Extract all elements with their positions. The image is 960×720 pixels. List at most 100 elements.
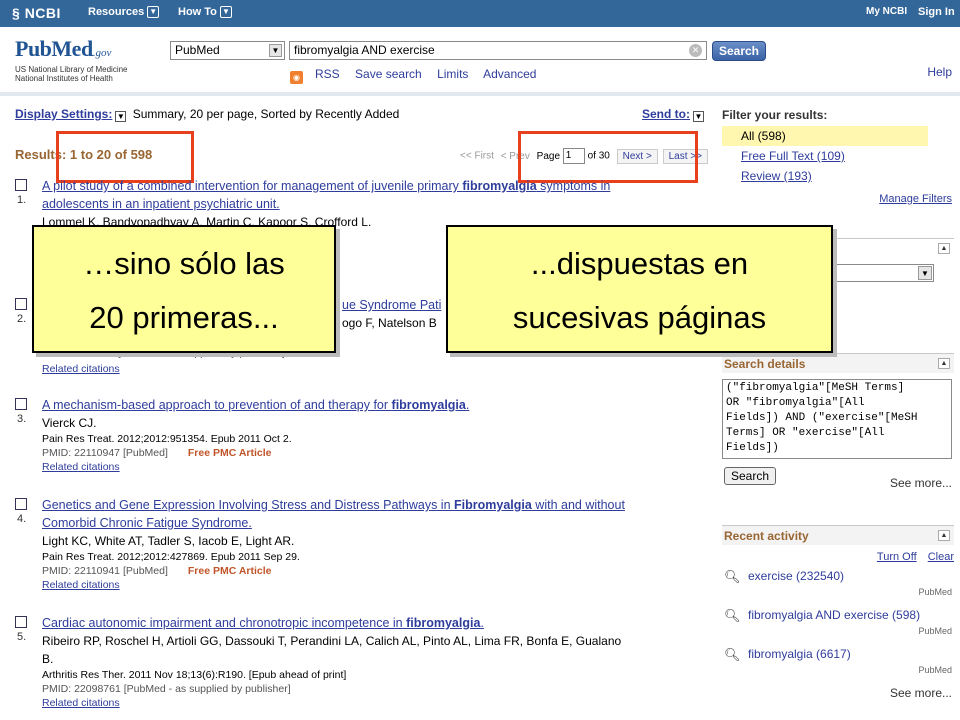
collapse-icon[interactable]: ▲: [938, 243, 950, 254]
result-checkbox[interactable]: [15, 179, 27, 191]
first-page-link: << First: [460, 150, 494, 162]
clear-icon[interactable]: ✕: [689, 44, 702, 57]
recent-activity-item[interactable]: 🔍︎ fibromyalgia AND exercise (598) PubMe…: [722, 602, 954, 641]
collapse-icon[interactable]: ▲: [938, 530, 950, 541]
callout-right-line1: ...dispuestas en: [530, 246, 749, 281]
related-citations-link[interactable]: Related citations: [42, 362, 120, 376]
display-settings-bar: Display Settings: ▼ Summary, 20 per page,…: [15, 107, 399, 122]
chevron-down-icon: ▼: [147, 6, 160, 18]
callout-right-line2: sucesivas páginas: [512, 300, 767, 335]
rss-link[interactable]: ◉ RSS: [290, 67, 340, 84]
recent-activity-db: PubMed: [918, 587, 952, 597]
send-to-menu[interactable]: Send to: ▼: [642, 107, 707, 122]
nlm-line2: National Institutes of Health: [15, 74, 113, 83]
recent-activity-label: fibromyalgia AND exercise (598): [748, 608, 921, 622]
result-title-link[interactable]: A pilot study of a combined intervention…: [42, 177, 715, 213]
title-part: A pilot study of a combined intervention…: [42, 179, 463, 193]
free-pmc-article-link[interactable]: Free PMC Article: [188, 565, 272, 577]
send-to-label: Send to:: [642, 107, 690, 121]
result-number: 5.: [17, 631, 27, 643]
turn-off-link[interactable]: Turn Off: [877, 551, 917, 563]
chevron-down-icon: ▼: [918, 266, 932, 280]
recent-activity-db: PubMed: [918, 626, 952, 636]
search-icon: 🔍︎: [724, 647, 741, 662]
search-input[interactable]: fibromyalgia AND exercise ✕: [289, 41, 707, 60]
my-ncbi-link[interactable]: My NCBI: [866, 6, 907, 17]
manage-filters-link[interactable]: Manage Filters: [879, 193, 952, 205]
limits-link[interactable]: Limits: [437, 67, 468, 81]
result-title-link[interactable]: Genetics and Gene Expression Involving S…: [42, 496, 715, 532]
sign-in-link[interactable]: Sign In: [918, 6, 955, 18]
highlight-box-results: [56, 131, 194, 183]
related-citations-link[interactable]: Related citations: [42, 460, 715, 474]
result-authors: Light KC, White AT, Tadler S, Iacob E, L…: [42, 534, 295, 548]
resources-menu[interactable]: Resources ▼: [88, 6, 160, 18]
search-details-textarea[interactable]: ("fibromyalgia"[MeSH Terms] OR "fibromya…: [722, 379, 952, 459]
search-details-title: Search details: [724, 357, 806, 371]
save-search-link[interactable]: Save search: [355, 67, 422, 81]
filter-item-all[interactable]: All (598): [722, 126, 928, 146]
result-pmid-row: PMID: 22110941 [PubMed] Free PMC Article: [42, 564, 715, 578]
title-part: .: [480, 616, 484, 630]
result-checkbox[interactable]: [15, 298, 27, 310]
recent-activity-label: exercise (232540): [748, 569, 845, 583]
result-checkbox[interactable]: [15, 398, 27, 410]
related-citations-link[interactable]: Related citations: [42, 578, 715, 592]
recent-activity-tools: Turn Off Clear: [722, 551, 954, 563]
advanced-link[interactable]: Advanced: [483, 67, 536, 81]
result-item: 1. A pilot study of a combined intervent…: [15, 177, 715, 231]
result-title-link[interactable]: A mechanism-based approach to prevention…: [42, 396, 715, 414]
recent-activity-item[interactable]: 🔍︎ fibromyalgia (6617) PubMed: [722, 641, 954, 680]
display-settings-value: Summary, 20 per page, Sorted by Recently…: [132, 107, 400, 121]
database-select[interactable]: PubMed ▼: [170, 41, 285, 60]
search-icon: 🔍︎: [724, 569, 741, 584]
rss-icon: ◉: [290, 71, 303, 84]
highlight-box-pager: [518, 131, 698, 183]
title-highlight: fibromyalgia: [391, 398, 466, 412]
display-settings-link[interactable]: Display Settings:: [15, 107, 112, 121]
title-part: adolescents in an inpatient psychiatric …: [42, 197, 280, 211]
help-link[interactable]: Help: [927, 65, 952, 79]
title-highlight: Fibromyalgia: [454, 498, 532, 512]
rss-label: RSS: [315, 67, 340, 81]
search-details-panel: Search details ▲ ("fibromyalgia"[MeSH Ter…: [722, 353, 954, 490]
clear-link[interactable]: Clear: [928, 551, 954, 563]
filter-item-free-full-text[interactable]: Free Full Text (109): [722, 146, 954, 166]
result-title-link[interactable]: ue Syndrome Pati: [342, 296, 441, 314]
pubmed-logo[interactable]: PubMed.gov US National Library of Medici…: [15, 36, 155, 83]
search-details-button[interactable]: Search: [724, 467, 777, 485]
search-button[interactable]: Search: [712, 41, 766, 61]
search-sublinks: ◉ RSS Save search Limits Advanced: [290, 67, 536, 84]
search-icon: 🔍︎: [724, 608, 741, 623]
result-checkbox[interactable]: [15, 616, 27, 628]
chevron-down-icon[interactable]: ▼: [115, 111, 127, 122]
nlm-line1: US National Library of Medicine: [15, 65, 128, 74]
chevron-down-icon: ▼: [693, 111, 704, 122]
related-citations-link[interactable]: Related citations: [42, 696, 715, 710]
result-item: 3. A mechanism-based approach to prevent…: [15, 396, 715, 474]
chevron-down-icon: ▼: [269, 44, 282, 57]
ncbi-logo[interactable]: § NCBI: [12, 5, 61, 21]
title-highlight: fibromyalgia: [406, 616, 481, 630]
search-query-text: fibromyalgia AND exercise: [294, 43, 435, 57]
panel-select[interactable]: ▼: [822, 264, 934, 282]
see-more-link[interactable]: See more...: [890, 476, 952, 490]
free-pmc-article-link[interactable]: Free PMC Article: [188, 447, 272, 459]
result-item: 5. Cardiac autonomic impairment and chro…: [15, 614, 715, 710]
result-journal: Pain Res Treat. 2012;2012:427869. Epub 2…: [42, 551, 300, 563]
recent-activity-item[interactable]: 🔍︎ exercise (232540) PubMed: [722, 563, 954, 602]
title-part: with and without: [531, 498, 625, 512]
see-more-link[interactable]: See more...: [890, 686, 952, 700]
title-part: A mechanism-based approach to prevention…: [42, 398, 392, 412]
recent-activity-label: fibromyalgia (6617): [748, 647, 851, 661]
recent-activity-header: Recent activity ▲: [722, 525, 954, 545]
result-title-link[interactable]: Cardiac autonomic impairment and chronot…: [42, 614, 715, 632]
collapse-icon[interactable]: ▲: [938, 358, 950, 369]
filter-list: All (598) Free Full Text (109) Review (1…: [722, 126, 954, 186]
filter-item-review[interactable]: Review (193): [722, 166, 954, 186]
howto-menu[interactable]: How To ▼: [178, 6, 232, 18]
title-part: Comorbid Chronic Fatigue Syndrome.: [42, 516, 252, 530]
title-part: Genetics and Gene Expression Involving S…: [42, 498, 455, 512]
howto-label: How To: [178, 6, 217, 18]
result-checkbox[interactable]: [15, 498, 27, 510]
